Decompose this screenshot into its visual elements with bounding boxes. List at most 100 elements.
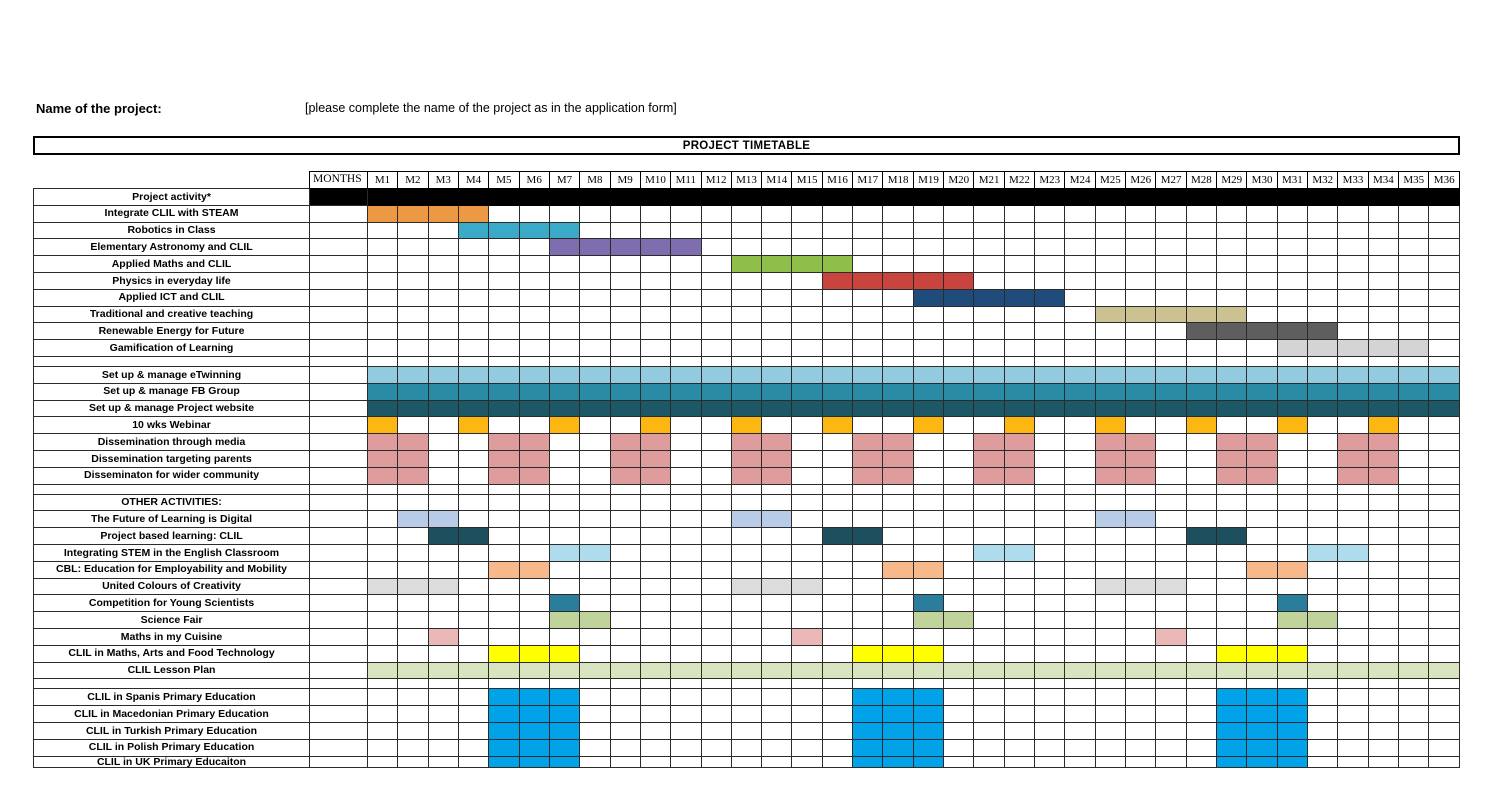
gantt-bar-cell[interactable] bbox=[730, 255, 763, 273]
gantt-empty-cell[interactable] bbox=[1307, 493, 1339, 512]
gantt-empty-cell[interactable] bbox=[366, 527, 399, 545]
gantt-empty-cell[interactable] bbox=[1155, 721, 1187, 740]
gantt-empty-cell[interactable] bbox=[1337, 221, 1369, 240]
gantt-bar-cell[interactable] bbox=[1337, 433, 1369, 451]
gantt-empty-cell[interactable] bbox=[1064, 271, 1096, 290]
gantt-empty-cell[interactable] bbox=[1064, 705, 1096, 723]
gantt-bar-cell[interactable] bbox=[1337, 661, 1369, 680]
gantt-empty-cell[interactable] bbox=[639, 738, 672, 757]
gantt-empty-cell[interactable] bbox=[1337, 594, 1369, 613]
gantt-empty-cell[interactable] bbox=[1064, 627, 1096, 646]
gantt-empty-cell[interactable] bbox=[366, 611, 399, 629]
gantt-empty-cell[interactable] bbox=[761, 527, 793, 545]
gantt-bar-cell[interactable] bbox=[1337, 543, 1369, 562]
gantt-empty-cell[interactable] bbox=[1276, 449, 1309, 468]
gantt-empty-cell[interactable] bbox=[700, 688, 732, 707]
gantt-empty-cell[interactable] bbox=[1034, 678, 1066, 690]
gantt-empty-cell[interactable] bbox=[1064, 449, 1096, 468]
gantt-empty-cell[interactable] bbox=[1064, 305, 1096, 324]
gantt-empty-cell[interactable] bbox=[1307, 221, 1339, 240]
gantt-empty-cell[interactable] bbox=[639, 678, 672, 690]
gantt-empty-cell[interactable] bbox=[1367, 288, 1400, 307]
gantt-empty-cell[interactable] bbox=[1246, 416, 1278, 435]
gantt-bar-cell[interactable] bbox=[488, 661, 520, 680]
month-header-m12[interactable]: M12 bbox=[700, 171, 732, 189]
gantt-bar-cell[interactable] bbox=[1003, 365, 1036, 384]
gantt-empty-cell[interactable] bbox=[882, 288, 914, 307]
activity-label[interactable]: Science Fair bbox=[32, 611, 311, 629]
gantt-empty-cell[interactable] bbox=[548, 449, 581, 468]
gantt-empty-cell[interactable] bbox=[397, 322, 429, 341]
gantt-empty-cell[interactable] bbox=[882, 493, 914, 512]
gantt-empty-cell[interactable] bbox=[1398, 433, 1430, 451]
gantt-empty-cell[interactable] bbox=[639, 322, 672, 341]
gantt-empty-cell[interactable] bbox=[700, 416, 732, 435]
activity-label[interactable]: CLIL in Polish Primary Education bbox=[32, 738, 311, 757]
gantt-empty-cell[interactable] bbox=[1125, 271, 1157, 290]
gantt-empty-cell[interactable] bbox=[1398, 611, 1430, 629]
gantt-empty-cell[interactable] bbox=[1034, 433, 1066, 451]
gantt-empty-cell[interactable] bbox=[730, 721, 763, 740]
gantt-bar-cell[interactable] bbox=[518, 705, 550, 723]
gantt-empty-cell[interactable] bbox=[670, 721, 702, 740]
gantt-empty-cell[interactable] bbox=[397, 705, 429, 723]
gantt-empty-cell[interactable] bbox=[1125, 255, 1157, 273]
gantt-empty-cell[interactable] bbox=[397, 721, 429, 740]
gantt-empty-cell[interactable] bbox=[1428, 271, 1460, 290]
gantt-empty-cell[interactable] bbox=[397, 288, 429, 307]
gantt-empty-cell[interactable] bbox=[1003, 611, 1036, 629]
gantt-empty-cell[interactable] bbox=[427, 611, 459, 629]
gantt-empty-cell[interactable] bbox=[852, 221, 884, 240]
gantt-bar-cell[interactable] bbox=[1216, 305, 1248, 324]
gantt-empty-cell[interactable] bbox=[791, 238, 823, 257]
gantt-empty-cell[interactable] bbox=[973, 305, 1005, 324]
gantt-bar-cell[interactable] bbox=[609, 433, 641, 451]
gantt-bar-cell[interactable] bbox=[518, 721, 550, 740]
gantt-empty-cell[interactable] bbox=[1398, 322, 1430, 341]
gantt-bar-cell[interactable] bbox=[670, 365, 702, 384]
gantt-empty-cell[interactable] bbox=[973, 221, 1005, 240]
gantt-empty-cell[interactable] bbox=[1094, 271, 1127, 290]
gantt-empty-cell[interactable] bbox=[1428, 755, 1460, 768]
gantt-empty-cell[interactable] bbox=[579, 271, 611, 290]
gantt-empty-cell[interactable] bbox=[1307, 678, 1339, 690]
gantt-bar-cell[interactable] bbox=[852, 738, 884, 757]
gantt-empty-cell[interactable] bbox=[1155, 466, 1187, 485]
gantt-empty-cell[interactable] bbox=[1034, 483, 1066, 495]
gantt-empty-cell[interactable] bbox=[730, 493, 763, 512]
gantt-bar-cell[interactable] bbox=[1428, 661, 1460, 680]
gantt-empty-cell[interactable] bbox=[488, 493, 520, 512]
gantt-empty-cell[interactable] bbox=[1398, 705, 1430, 723]
gantt-bar-cell[interactable] bbox=[1398, 382, 1430, 401]
gantt-empty-cell[interactable] bbox=[366, 627, 399, 646]
gantt-bar-cell[interactable] bbox=[761, 466, 793, 485]
gantt-empty-cell[interactable] bbox=[1428, 288, 1460, 307]
gantt-empty-cell[interactable] bbox=[548, 433, 581, 451]
gantt-empty-cell[interactable] bbox=[700, 493, 732, 512]
gantt-empty-cell[interactable] bbox=[1155, 416, 1187, 435]
gantt-empty-cell[interactable] bbox=[1276, 466, 1309, 485]
gantt-empty-cell[interactable] bbox=[1003, 688, 1036, 707]
gantt-empty-cell[interactable] bbox=[457, 493, 490, 512]
gantt-empty-cell[interactable] bbox=[1367, 510, 1400, 529]
gantt-empty-cell[interactable] bbox=[943, 322, 975, 341]
gantt-empty-cell[interactable] bbox=[1428, 355, 1460, 367]
gantt-bar-cell[interactable] bbox=[882, 466, 914, 485]
gantt-empty-cell[interactable] bbox=[973, 560, 1005, 579]
gantt-empty-cell[interactable] bbox=[791, 466, 823, 485]
gantt-empty-cell[interactable] bbox=[488, 510, 520, 529]
gantt-empty-cell[interactable] bbox=[1398, 416, 1430, 435]
gantt-bar-cell[interactable] bbox=[518, 688, 550, 707]
gantt-bar-cell[interactable] bbox=[488, 688, 520, 707]
month-header-m34[interactable]: M34 bbox=[1367, 171, 1400, 189]
gantt-bar-cell[interactable] bbox=[639, 433, 672, 451]
gantt-empty-cell[interactable] bbox=[457, 705, 490, 723]
gantt-bar-cell[interactable] bbox=[1216, 322, 1248, 341]
gantt-empty-cell[interactable] bbox=[1185, 755, 1218, 768]
gantt-bar-cell[interactable] bbox=[912, 416, 945, 435]
gantt-bar-cell[interactable] bbox=[730, 510, 763, 529]
gantt-bar-cell[interactable] bbox=[488, 221, 520, 240]
gantt-empty-cell[interactable] bbox=[670, 644, 702, 663]
activity-label[interactable]: CLIL Lesson Plan bbox=[32, 661, 311, 680]
gantt-empty-cell[interactable] bbox=[639, 510, 672, 529]
